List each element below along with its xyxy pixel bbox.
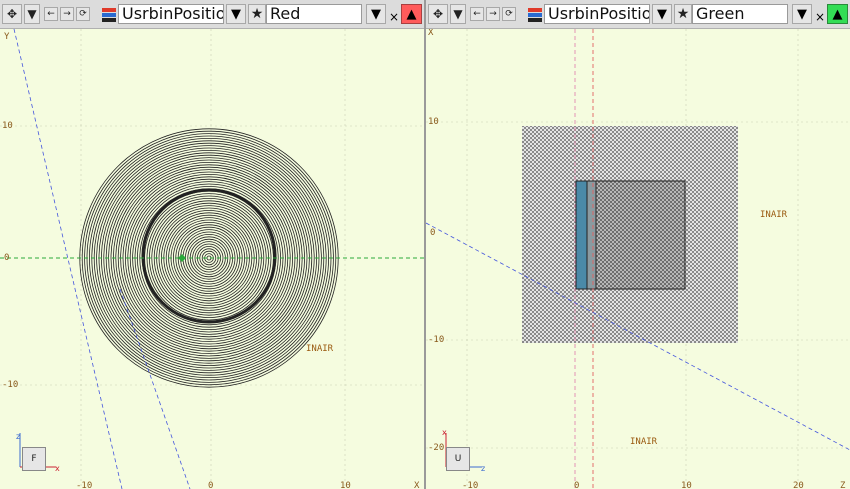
- tick-x-3: 20: [793, 481, 804, 489]
- menu-arrow-button[interactable]: ▼: [450, 4, 466, 24]
- refresh-button[interactable]: ⟳: [76, 7, 90, 21]
- axis-v-label: Y: [4, 32, 10, 42]
- tick-y-2: -10: [428, 335, 444, 345]
- corner-z-label: Z: [840, 481, 846, 489]
- usrbin-select[interactable]: UsrbinPositio: [118, 4, 224, 24]
- usrbin-dropdown-button[interactable]: ▼: [226, 4, 246, 24]
- ring: [187, 236, 231, 280]
- axis-z-label: z: [16, 432, 20, 441]
- origin-marker[interactable]: [178, 254, 186, 262]
- viewport-left: ✥ ▼ ← → ⟳ UsrbinPositio ▼ ★ Red ▼ × ▲ Y …: [0, 0, 424, 489]
- projection-line: [13, 29, 123, 489]
- axis-orientation-button[interactable]: U: [446, 447, 470, 471]
- axis-x-label: x: [55, 464, 60, 473]
- tick-x-0: -10: [76, 481, 92, 489]
- nav-forward-button[interactable]: →: [60, 7, 74, 21]
- corner-x-label: X: [414, 481, 420, 489]
- tick-y-3: -20: [428, 443, 444, 453]
- ring: [148, 197, 269, 318]
- tick-x-2: 10: [681, 481, 692, 489]
- star-icon[interactable]: ★: [674, 4, 692, 24]
- close-icon[interactable]: ×: [388, 4, 400, 24]
- color-dropdown-button[interactable]: ▼: [792, 4, 812, 24]
- ring: [98, 147, 320, 369]
- nav-back-button[interactable]: ←: [470, 7, 484, 21]
- axis-orientation-button[interactable]: F: [22, 447, 46, 471]
- color-select[interactable]: Green: [692, 4, 788, 24]
- usrbin-dropdown-button[interactable]: ▼: [652, 4, 672, 24]
- tick-x-1: 0: [208, 481, 213, 489]
- tick-y-0: 10: [428, 117, 439, 127]
- color-swatch-button[interactable]: ▲: [827, 4, 848, 24]
- ring: [108, 157, 310, 359]
- star-icon[interactable]: ★: [248, 4, 266, 24]
- nav-back-button[interactable]: ←: [44, 7, 58, 21]
- grey-layer: [586, 180, 597, 290]
- material-label-inair-bottom: INAIR: [630, 437, 658, 447]
- blue-layer: [575, 180, 588, 290]
- color-swatch-button[interactable]: ▲: [401, 4, 422, 24]
- tick-y-2: -10: [2, 380, 18, 390]
- material-label-inair-top: INAIR: [760, 210, 788, 220]
- ring: [189, 238, 229, 278]
- tick-y-1: 0: [430, 228, 435, 238]
- layers-icon[interactable]: [526, 4, 544, 24]
- axis-x-label: x: [442, 428, 447, 437]
- move-cross-icon[interactable]: ✥: [2, 4, 22, 24]
- nav-forward-button[interactable]: →: [486, 7, 500, 21]
- viewport-toolbar-right: ✥ ▼ ← → ⟳ UsrbinPositio ▼ ★ Green ▼ × ▲: [426, 0, 850, 29]
- viewport-right: ✥ ▼ ← → ⟳ UsrbinPositio ▼ ★ Green ▼ × ▲: [426, 0, 850, 489]
- axis-z-label: z: [481, 464, 485, 473]
- close-icon[interactable]: ×: [814, 4, 826, 24]
- menu-arrow-button[interactable]: ▼: [24, 4, 40, 24]
- tick-x-2: 10: [340, 481, 351, 489]
- tick-y-1: 0: [4, 253, 9, 263]
- usrbin-select[interactable]: UsrbinPositio: [544, 4, 650, 24]
- tick-x-1: 0: [574, 481, 579, 489]
- tick-y-0: 10: [2, 121, 13, 131]
- refresh-button[interactable]: ⟳: [502, 7, 516, 21]
- target-block: [595, 180, 686, 290]
- plot-area-right[interactable]: X 10 0 -10 -20 -10 0 10 20 Z INAIR INAIR…: [426, 29, 850, 489]
- color-dropdown-button[interactable]: ▼: [366, 4, 386, 24]
- viewport-toolbar-left: ✥ ▼ ← → ⟳ UsrbinPositio ▼ ★ Red ▼ × ▲: [0, 0, 424, 29]
- color-select[interactable]: Red: [266, 4, 362, 24]
- plot-area-left[interactable]: Y 10 0 -10 -10 0 10 X INAIR x z F: [0, 29, 424, 489]
- geometry-rings: [79, 128, 339, 388]
- move-cross-icon[interactable]: ✥: [428, 4, 448, 24]
- ring: [158, 207, 260, 309]
- tick-x-0: -10: [462, 481, 478, 489]
- material-label-inair: INAIR: [306, 344, 334, 354]
- axis-v-label: X: [428, 29, 434, 38]
- layers-icon[interactable]: [100, 4, 118, 24]
